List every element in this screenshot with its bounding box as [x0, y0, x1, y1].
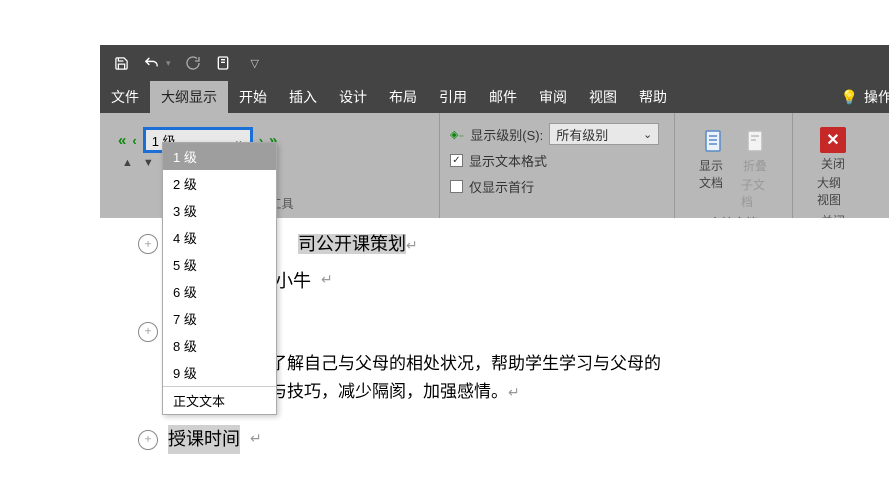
document-icon — [699, 127, 727, 155]
dropdown-item-body-text[interactable]: 正文文本 — [163, 386, 276, 414]
undo-dropdown-icon[interactable]: ▾ — [166, 58, 171, 69]
collapse-label2: 子文档 — [741, 176, 769, 210]
menu-review[interactable]: 审阅 — [528, 81, 578, 113]
tell-me[interactable]: 💡 操作 — [833, 81, 889, 113]
tell-me-label: 操作 — [864, 87, 889, 107]
dropdown-item-level-3[interactable]: 3 级 — [163, 197, 276, 224]
customize-qat-icon[interactable]: ▽ — [251, 57, 259, 70]
show-level-icon: ◈₋ — [450, 128, 464, 141]
dropdown-item-level-8[interactable]: 8 级 — [163, 332, 276, 359]
quick-access-toolbar: ▾ ▽ — [100, 45, 889, 81]
level-dropdown: 1 级 2 级 3 级 4 级 5 级 6 级 7 级 8 级 9 级 正文文本 — [162, 142, 277, 415]
promote-top-icon[interactable]: « — [118, 132, 126, 149]
doc-body-1: 了解自己与父母的相处状况，帮助学生学习与父母的 — [270, 354, 661, 373]
show-document-button[interactable]: 显示文档 — [695, 123, 731, 214]
outline-expand-icon[interactable]: + — [138, 322, 158, 342]
touch-mode-icon[interactable] — [215, 55, 231, 71]
menu-insert[interactable]: 插入 — [278, 81, 328, 113]
menu-outline[interactable]: 大纲显示 — [150, 81, 228, 113]
close-label2: 大纲视图 — [817, 174, 849, 208]
dropdown-item-level-6[interactable]: 6 级 — [163, 278, 276, 305]
save-icon[interactable] — [114, 56, 129, 71]
show-text-format-label: 显示文本格式 — [469, 151, 547, 170]
show-doc-label: 显示文档 — [699, 157, 727, 191]
collapse-doc-icon — [741, 127, 769, 155]
chevron-down-icon: ⌄ — [643, 128, 652, 141]
doc-heading-2: 小牛 — [275, 267, 311, 296]
close-outline-button[interactable]: ✕ 关闭 大纲视图 — [813, 123, 853, 212]
doc-body-2: 与技巧，减少隔阂，加强感情。 — [270, 382, 508, 401]
collapse-label1: 折叠 — [743, 157, 767, 174]
close-label1: 关闭 — [821, 155, 845, 172]
checkbox-first-line[interactable] — [450, 180, 463, 193]
close-icon: ✕ — [820, 127, 846, 153]
lightbulb-icon: 💡 — [841, 89, 858, 106]
checkbox-text-format[interactable]: ✓ — [450, 154, 463, 167]
outline-expand-icon[interactable]: + — [138, 234, 158, 254]
redo-icon[interactable] — [185, 55, 201, 71]
show-first-line-label: 仅显示首行 — [469, 177, 534, 196]
menu-home[interactable]: 开始 — [228, 81, 278, 113]
dropdown-item-level-2[interactable]: 2 级 — [163, 170, 276, 197]
outline-expand-icon[interactable]: + — [138, 430, 158, 450]
ribbon: « ‹ 1 级 ⌄ › » ▲ ▼ ＋ － 大纲工具 — [100, 113, 889, 218]
menu-help[interactable]: 帮助 — [628, 81, 678, 113]
promote-icon[interactable]: ‹ — [132, 133, 136, 148]
menu-bar: 文件 大纲显示 开始 插入 设计 布局 引用 邮件 审阅 视图 帮助 💡 操作 — [100, 81, 889, 113]
menu-references[interactable]: 引用 — [428, 81, 478, 113]
dropdown-item-level-1[interactable]: 1 级 — [163, 143, 276, 170]
doc-heading-3: 授课时间 — [168, 425, 240, 454]
paragraph-mark-icon: ↵ — [321, 270, 333, 292]
menu-mail[interactable]: 邮件 — [478, 81, 528, 113]
collapse-subdoc-button[interactable]: 折叠 子文档 — [737, 123, 773, 214]
doc-heading-1: 司公开课策划 — [298, 234, 406, 254]
paragraph-mark-icon: ↵ — [250, 429, 262, 451]
show-level-value: 所有级别 — [556, 125, 608, 144]
show-level-label: 显示级别(S): — [470, 125, 543, 144]
undo-icon[interactable] — [143, 55, 160, 72]
move-up-icon[interactable]: ▲ — [122, 157, 133, 173]
menu-layout[interactable]: 布局 — [378, 81, 428, 113]
dropdown-item-level-5[interactable]: 5 级 — [163, 251, 276, 278]
paragraph-mark-icon: ↵ — [508, 386, 520, 401]
show-level-select[interactable]: 所有级别 ⌄ — [549, 123, 659, 145]
menu-view[interactable]: 视图 — [578, 81, 628, 113]
dropdown-item-level-4[interactable]: 4 级 — [163, 224, 276, 251]
menu-design[interactable]: 设计 — [328, 81, 378, 113]
move-down-icon[interactable]: ▼ — [143, 157, 154, 173]
dropdown-item-level-9[interactable]: 9 级 — [163, 359, 276, 386]
paragraph-mark-icon: ↵ — [406, 239, 418, 254]
menu-file[interactable]: 文件 — [100, 81, 150, 113]
dropdown-item-level-7[interactable]: 7 级 — [163, 305, 276, 332]
